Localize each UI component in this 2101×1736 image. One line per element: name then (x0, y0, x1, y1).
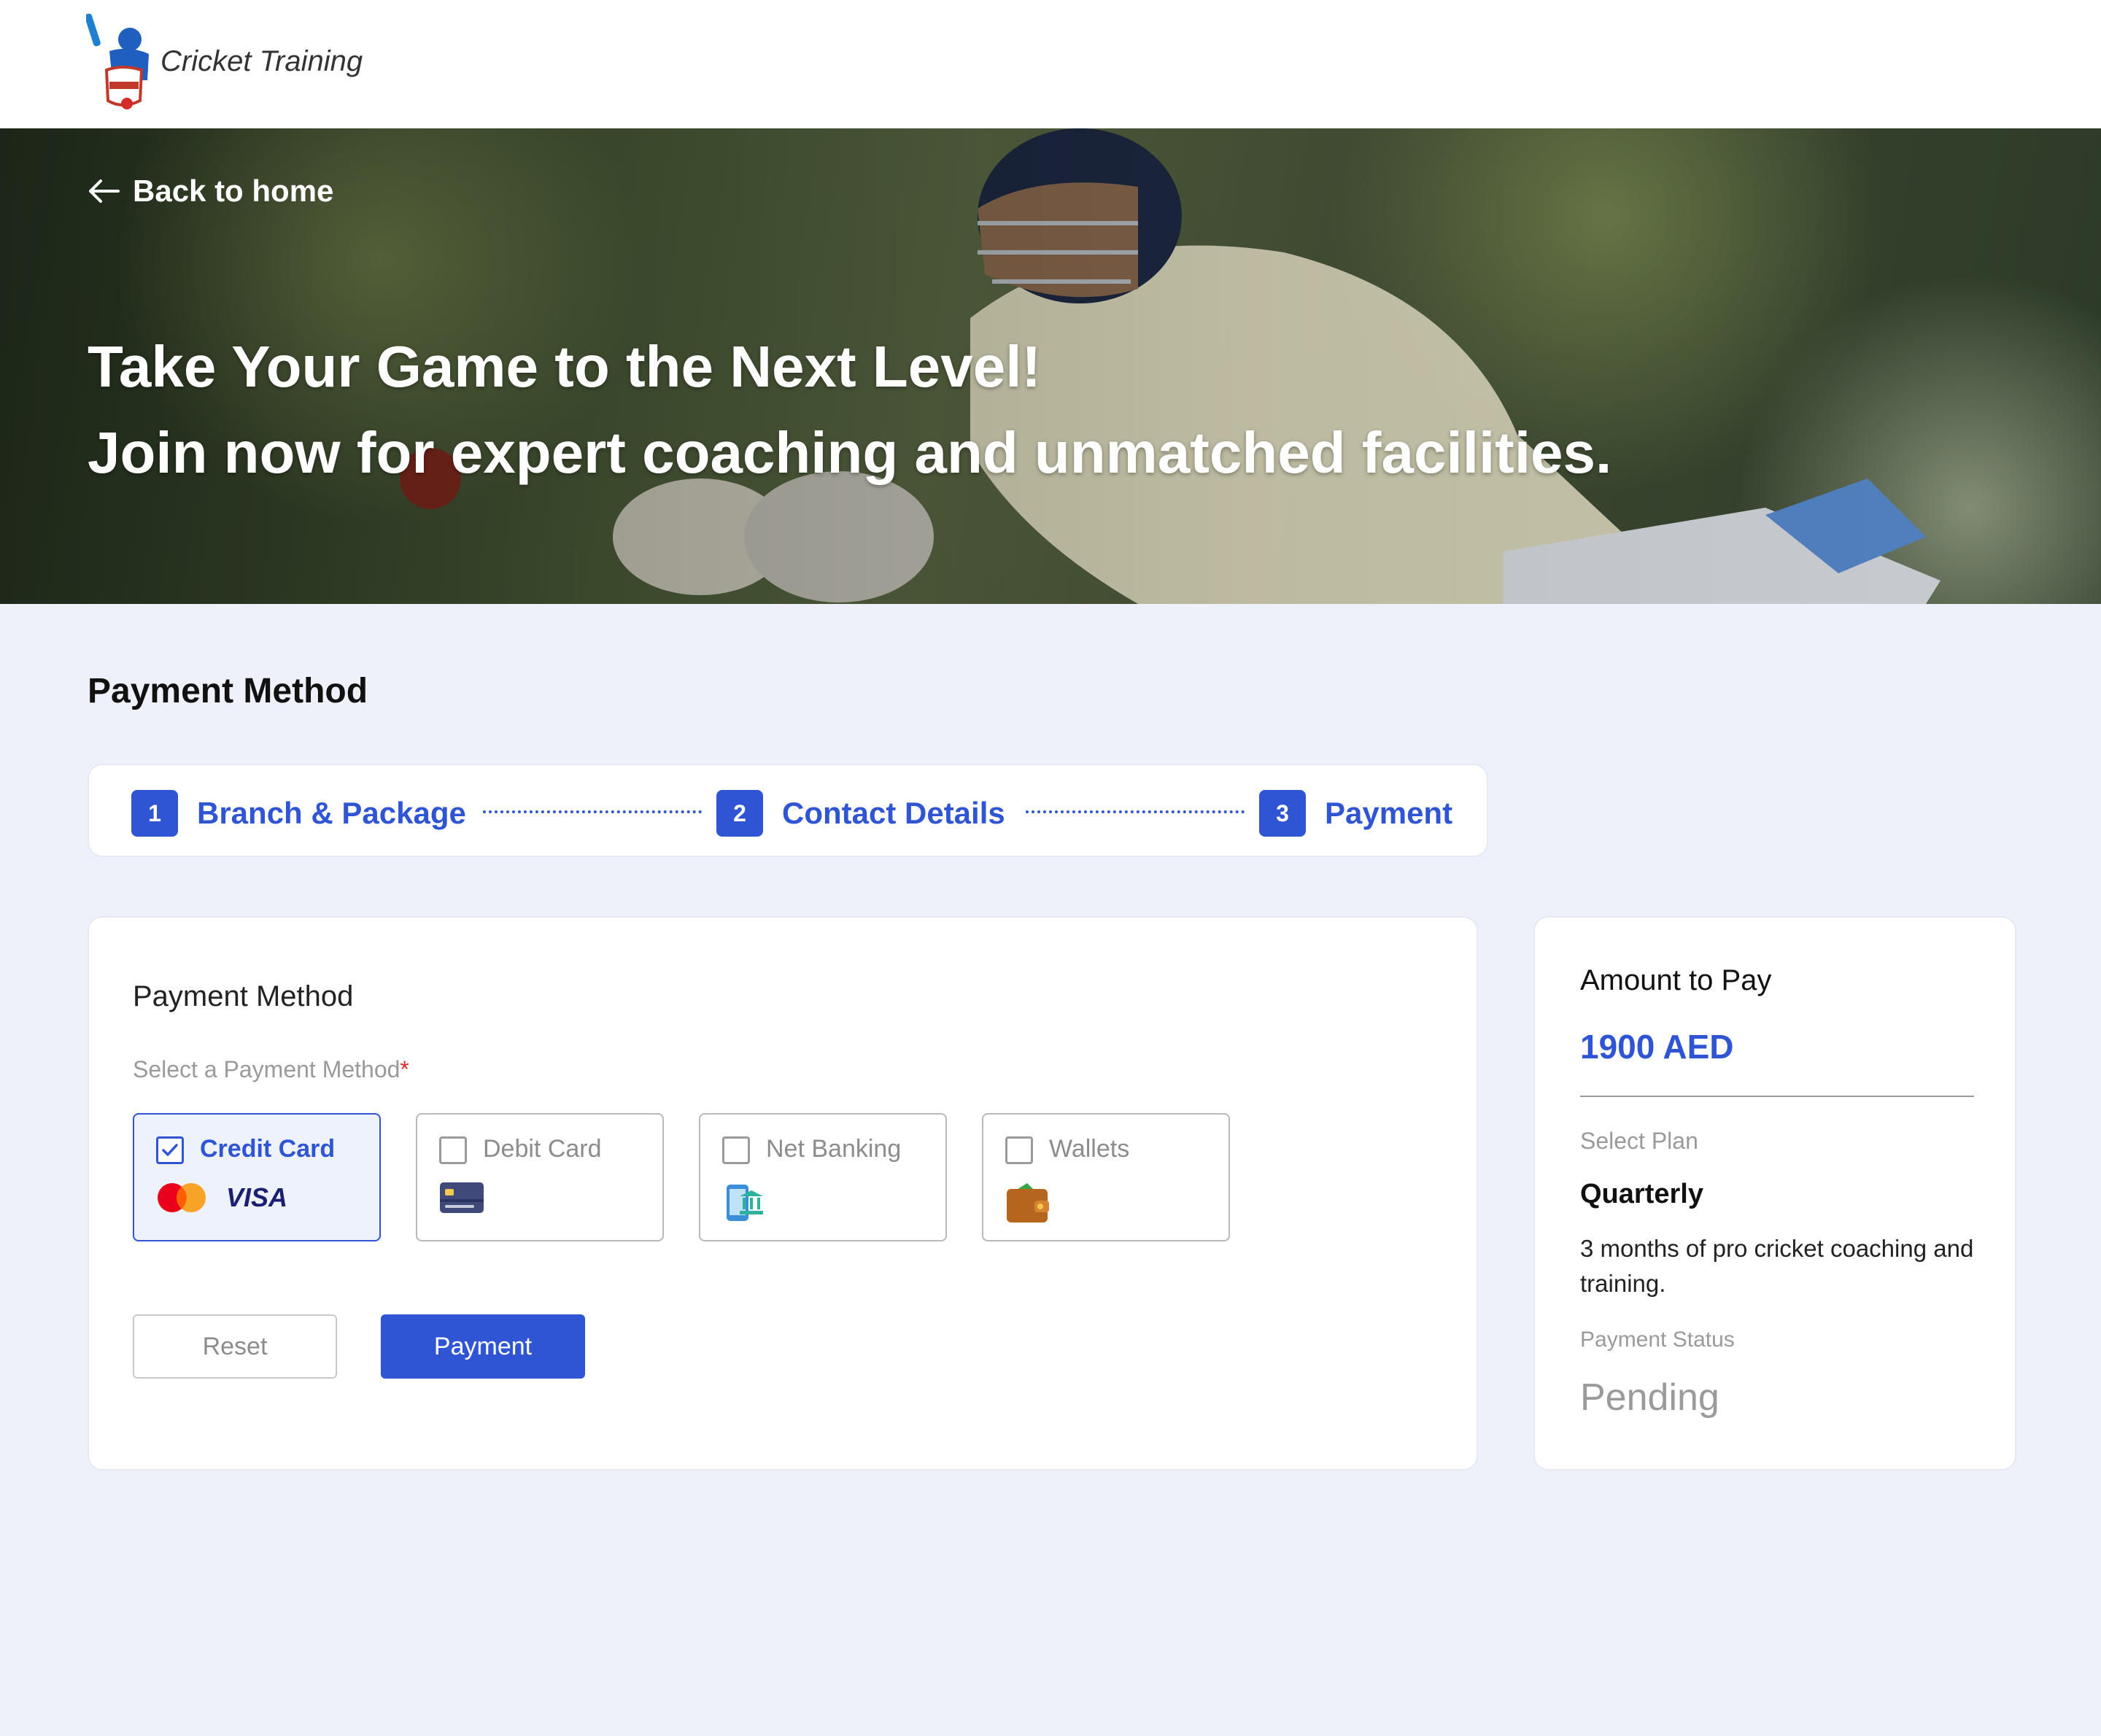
reset-button[interactable]: Reset (133, 1314, 337, 1379)
checkmark-icon (162, 1144, 178, 1156)
mastercard-icon (158, 1183, 206, 1212)
step-connector (1026, 810, 1245, 813)
wallets-checkbox[interactable] (1005, 1136, 1033, 1164)
credit-card-brands-icon: VISA (156, 1182, 287, 1214)
step-label: Contact Details (782, 796, 1005, 830)
visa-logo: VISA (226, 1182, 288, 1212)
payment-status-value: Pending (1580, 1376, 1719, 1419)
payment-option-label: Credit Card (200, 1135, 336, 1163)
step-contact-details[interactable]: 2 Contact Details (716, 790, 1005, 837)
hero-banner: Back to home Take Your Game to the Next … (0, 128, 2101, 604)
net-banking-icon (727, 1185, 763, 1221)
payment-option-label: Wallets (1049, 1135, 1130, 1163)
back-to-home-label: Back to home (133, 174, 334, 208)
arrow-left-icon (89, 179, 120, 203)
step-label: Payment (1325, 796, 1453, 830)
brand-name: Cricket Training (160, 45, 363, 77)
payment-summary-card: Amount to Pay 1900 AED Select Plan Quart… (1533, 916, 2016, 1470)
top-bar: Cricket Training (0, 0, 2101, 128)
payment-card-heading: Payment Method (133, 980, 354, 1012)
net-banking-checkbox[interactable] (722, 1136, 750, 1164)
payment-method-card: Payment Method Select a Payment Method* … (88, 916, 1478, 1470)
payment-button[interactable]: Payment (381, 1314, 585, 1379)
payment-option-label: Debit Card (483, 1135, 602, 1163)
plan-name: Quarterly (1580, 1179, 1703, 1209)
debit-card-checkbox[interactable] (439, 1136, 467, 1164)
debit-card-icon (440, 1182, 484, 1213)
amount-to-pay-label: Amount to Pay (1580, 964, 1772, 996)
wallet-icon (1007, 1183, 1049, 1222)
step-payment[interactable]: 3 Payment (1259, 790, 1452, 837)
step-branch-package[interactable]: 1 Branch & Package (131, 790, 466, 837)
hero-title: Take Your Game to the Next Level! Join n… (88, 324, 1611, 496)
checkout-stepper: 1 Branch & Package 2 Contact Details 3 P… (88, 764, 1488, 857)
cricket-academy-logo-icon[interactable] (85, 13, 159, 112)
amount-value: 1900 AED (1580, 1028, 1734, 1066)
payment-option-net-banking[interactable]: Net Banking (699, 1113, 947, 1241)
payment-option-credit-card[interactable]: Credit Card VISA (133, 1113, 381, 1241)
step-number: 1 (131, 790, 178, 837)
payment-method-field-label: Select a Payment Method* (133, 1056, 409, 1082)
credit-card-checkbox[interactable] (156, 1136, 184, 1164)
plan-description: 3 months of pro cricket coaching and tra… (1580, 1235, 1974, 1297)
step-number: 2 (716, 790, 763, 837)
summary-divider (1580, 1096, 1974, 1097)
payment-option-label: Net Banking (766, 1135, 902, 1163)
required-mark: * (400, 1056, 409, 1082)
select-plan-label: Select Plan (1580, 1128, 1698, 1154)
payment-option-wallets[interactable]: Wallets (982, 1113, 1230, 1241)
step-label: Branch & Package (197, 796, 466, 830)
hero-title-line-1: Take Your Game to the Next Level! (88, 334, 1042, 399)
payment-status-label: Payment Status (1580, 1328, 1735, 1352)
back-to-home-link[interactable]: Back to home (86, 174, 333, 209)
payment-option-debit-card[interactable]: Debit Card (416, 1113, 664, 1241)
step-connector (483, 810, 702, 813)
hero-title-line-2: Join now for expert coaching and unmatch… (88, 420, 1612, 485)
page-title: Payment Method (88, 672, 368, 710)
step-number: 3 (1259, 790, 1306, 837)
